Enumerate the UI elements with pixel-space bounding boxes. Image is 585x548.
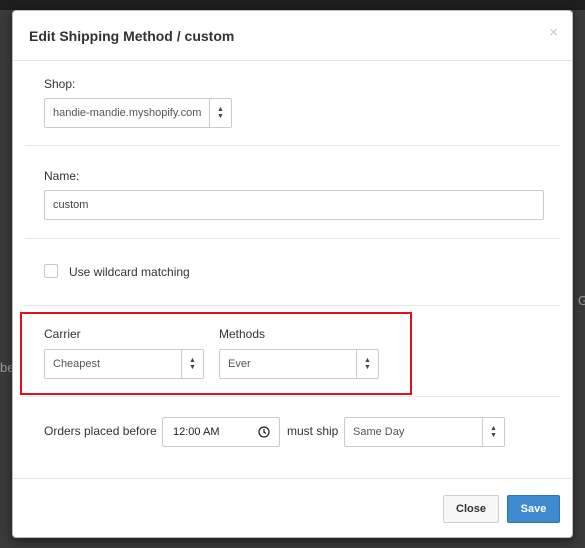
- shop-select[interactable]: handie-mandie.myshopify.com ▲ ▼: [44, 98, 232, 128]
- wildcard-row: Use wildcard matching: [25, 240, 560, 306]
- time-input[interactable]: 12:00 AM: [162, 417, 280, 447]
- edit-shipping-method-dialog: Edit Shipping Method / custom × Shop: ha…: [12, 10, 573, 538]
- modal-title: Edit Shipping Method / custom: [29, 28, 235, 44]
- select-arrows-icon: ▲ ▼: [209, 99, 231, 127]
- close-button[interactable]: Close: [443, 495, 499, 523]
- must-ship-label: must ship: [287, 424, 339, 438]
- background-top-strip: [0, 0, 585, 10]
- orders-row: Orders placed before 12:00 AM must ship …: [25, 398, 560, 478]
- orders-placed-before-label: Orders placed before: [44, 424, 157, 438]
- name-input[interactable]: custom: [44, 190, 544, 220]
- time-input-value: 12:00 AM: [173, 426, 220, 438]
- ship-select-value: Same Day: [353, 426, 405, 438]
- save-button[interactable]: Save: [507, 495, 560, 523]
- modal-footer: Close Save: [13, 478, 572, 538]
- close-icon[interactable]: ×: [549, 25, 558, 41]
- shop-select-value: handie-mandie.myshopify.com: [53, 107, 202, 119]
- name-row: Name: custom: [25, 147, 560, 239]
- select-arrows-icon: ▲ ▼: [482, 418, 504, 446]
- wildcard-checkbox[interactable]: [44, 264, 58, 278]
- shop-row: Shop: handie-mandie.myshopify.com ▲ ▼: [25, 61, 560, 146]
- background-text-right: G: [578, 293, 585, 308]
- highlight-box: [20, 312, 412, 395]
- shop-label: Shop:: [44, 77, 76, 91]
- ship-select[interactable]: Same Day ▲ ▼: [344, 417, 505, 447]
- modal-header: Edit Shipping Method / custom ×: [13, 11, 572, 61]
- wildcard-label: Use wildcard matching: [69, 265, 190, 279]
- clock-icon[interactable]: [258, 426, 270, 438]
- name-label: Name:: [44, 169, 80, 183]
